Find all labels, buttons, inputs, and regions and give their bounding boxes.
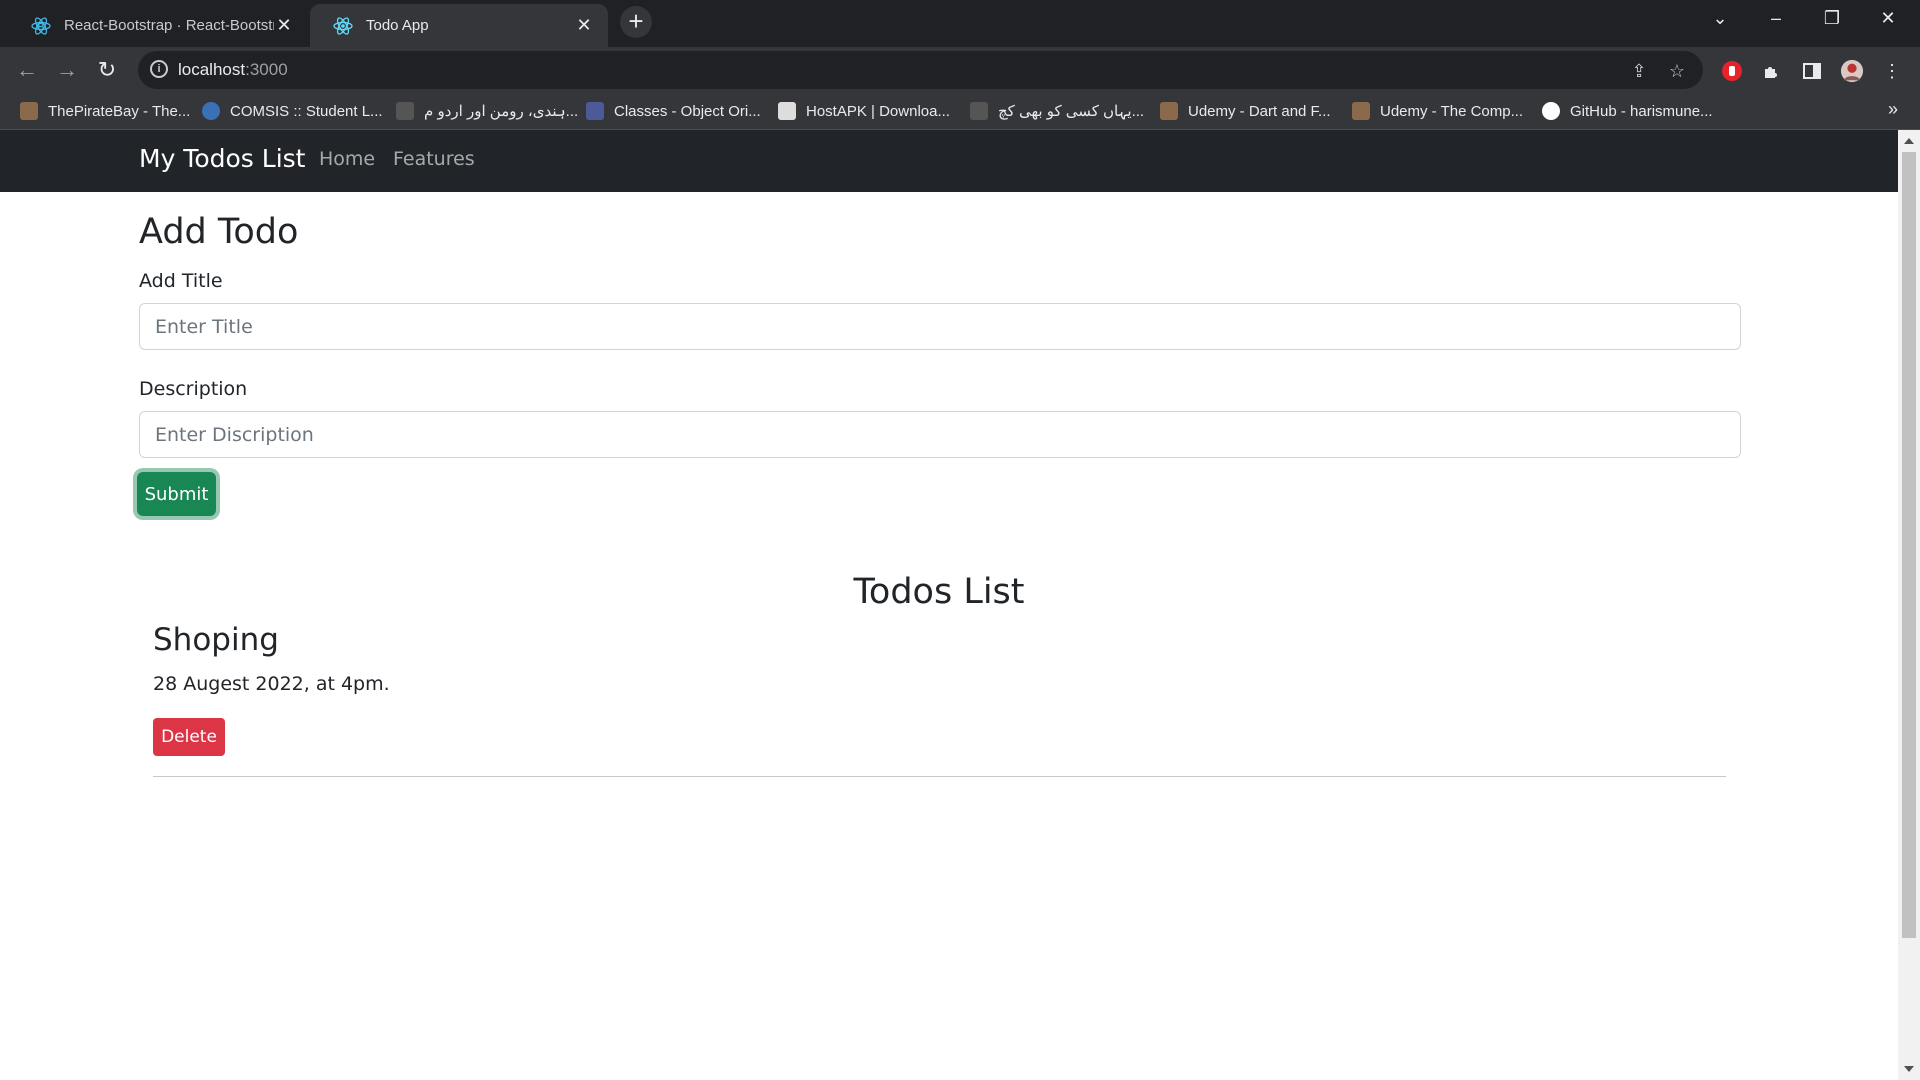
bookmark-item[interactable]: Udemy - The Comp... (1352, 102, 1523, 120)
bookmark-item[interactable]: COMSIS :: Student L... (202, 102, 383, 120)
comsats-logo-icon (202, 102, 220, 120)
tab-title: React-Bootstrap · React-Bootstrap (64, 17, 274, 34)
browser-menu-icon[interactable]: ⋮ (1880, 59, 1904, 83)
title-label: Add Title (139, 270, 223, 292)
todo-title: Shoping (153, 622, 279, 658)
react-bootstrap-icon: B (30, 15, 52, 37)
hostapk-icon (778, 102, 796, 120)
pirate-ship-icon (20, 102, 38, 120)
side-panel-icon[interactable] (1800, 59, 1824, 83)
svg-text:B: B (37, 22, 44, 33)
extensions-puzzle-icon[interactable] (1760, 59, 1784, 83)
bookmark-item[interactable]: Udemy - Dart and F... (1160, 102, 1331, 120)
scroll-thumb[interactable] (1902, 152, 1916, 938)
todo-divider (153, 776, 1726, 777)
address-bar[interactable]: i localhost:3000 ⇪ ☆ (138, 51, 1703, 89)
todo-description: 28 Augest 2022, at 4pm. (153, 673, 390, 695)
bookmark-label: GitHub - harismune... (1570, 102, 1713, 120)
bookmark-star-icon[interactable]: ☆ (1666, 60, 1688, 82)
site-favicon-icon (970, 102, 988, 120)
scroll-down-arrow[interactable] (1904, 1066, 1914, 1072)
url-text[interactable]: localhost:3000 (178, 60, 288, 80)
minimize-icon[interactable]: – (1748, 0, 1804, 36)
bookmark-label: COMSIS :: Student L... (230, 102, 383, 120)
page-viewport: My Todos List Home Features Add Todo Add… (0, 130, 1898, 1080)
title-input[interactable] (139, 303, 1741, 350)
more-bookmarks-icon[interactable]: » (1888, 99, 1898, 120)
bookmark-item[interactable]: Classes - Object Ori... (586, 102, 761, 120)
forward-icon[interactable]: → (52, 55, 82, 85)
reload-icon[interactable]: ↻ (92, 55, 122, 85)
bookmark-label: Udemy - Dart and F... (1188, 102, 1331, 120)
page-scrollbar[interactable] (1898, 130, 1920, 1080)
url-host: localhost (178, 60, 246, 79)
browser-toolbar: ← → ↻ i localhost:3000 ⇪ ☆ ⋮ (0, 47, 1920, 93)
description-input[interactable] (139, 411, 1741, 458)
back-icon[interactable]: ← (12, 55, 42, 85)
bookmark-label: HostAPK | Downloa... (806, 102, 950, 120)
description-label: Description (139, 378, 248, 400)
nav-link-home[interactable]: Home (319, 148, 375, 170)
bookmark-label: ہندی، رومن اور اردو م... (424, 103, 579, 120)
new-tab-button[interactable]: + (620, 6, 652, 38)
bookmark-label: یہاں کسی کو بھی کچ... (998, 103, 1145, 120)
navbar-brand[interactable]: My Todos List (139, 144, 305, 173)
bookmark-label: Classes - Object Ori... (614, 102, 761, 120)
bookmark-label: ThePirateBay - The... (48, 102, 191, 120)
site-info-icon[interactable]: i (150, 60, 168, 78)
add-todo-heading: Add Todo (139, 212, 299, 252)
close-tab-icon[interactable]: ✕ (574, 15, 594, 36)
bookmarks-bar: ThePirateBay - The... COMSIS :: Student … (0, 93, 1920, 130)
tab-title: Todo App (366, 17, 429, 34)
restore-icon[interactable]: ❐ (1804, 0, 1860, 36)
react-icon (332, 15, 354, 37)
url-port: :3000 (245, 60, 288, 79)
github-icon (1542, 102, 1560, 120)
delete-button[interactable]: Delete (153, 718, 225, 756)
bookmark-item[interactable]: ThePirateBay - The... (20, 102, 190, 120)
profile-avatar[interactable] (1840, 59, 1864, 83)
close-window-icon[interactable]: ✕ (1860, 0, 1916, 36)
bookmark-label: Udemy - The Comp... (1380, 102, 1524, 120)
class-diagram-icon (586, 102, 604, 120)
bookmark-item[interactable]: یہاں کسی کو بھی کچ... (970, 102, 1144, 120)
share-icon[interactable]: ⇪ (1628, 60, 1650, 82)
udemy-icon (1352, 102, 1370, 120)
tab-search-icon[interactable]: ⌄ (1692, 0, 1748, 36)
todos-list-heading: Todos List (853, 572, 1025, 612)
app-navbar: My Todos List Home Features (0, 130, 1898, 192)
tab-todo-app[interactable]: Todo App ✕ (310, 4, 608, 47)
tab-react-bootstrap[interactable]: B React-Bootstrap · React-Bootstrap ✕ (8, 4, 308, 47)
udemy-icon (1160, 102, 1178, 120)
tab-strip: B React-Bootstrap · React-Bootstrap ✕ To… (0, 0, 1920, 47)
nav-link-features[interactable]: Features (393, 148, 475, 170)
bookmark-item[interactable]: ہندی، رومن اور اردو م... (396, 102, 578, 120)
bookmark-item[interactable]: GitHub - harismune... (1542, 102, 1713, 120)
close-tab-icon[interactable]: ✕ (274, 15, 294, 36)
adblock-extension-icon[interactable] (1720, 59, 1744, 83)
bookmark-item[interactable]: HostAPK | Downloa... (778, 102, 950, 120)
submit-button[interactable]: Submit (137, 472, 216, 516)
scroll-up-arrow[interactable] (1904, 138, 1914, 144)
site-favicon-icon (396, 102, 414, 120)
